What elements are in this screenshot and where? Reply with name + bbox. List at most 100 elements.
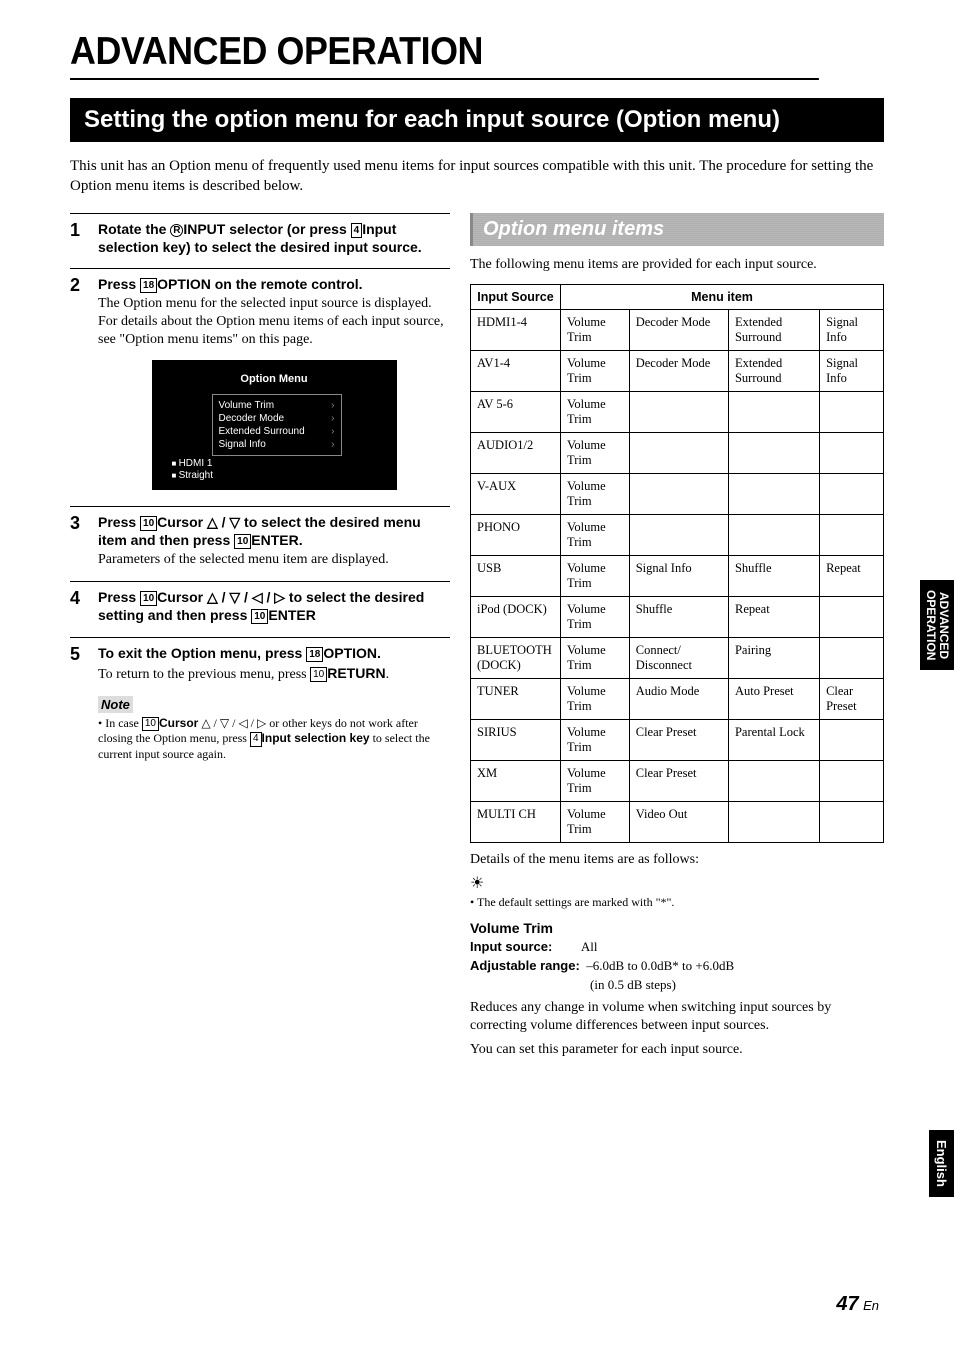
cell-menuitem: Video Out bbox=[629, 801, 728, 842]
cell-menuitem: Repeat bbox=[728, 596, 819, 637]
note-text: In case 10Cursor △ / ▽ / ◁ / ▷ or other … bbox=[98, 716, 450, 762]
cell-menuitem: Volume Trim bbox=[561, 801, 630, 842]
intro-text: This unit has an Option menu of frequent… bbox=[70, 156, 884, 197]
step-3: 3 Press 10Cursor △ / ▽ to select the desi… bbox=[70, 506, 450, 570]
note-label: Note bbox=[98, 696, 133, 713]
cell-menuitem: Volume Trim bbox=[561, 760, 630, 801]
tip-icon: ☀ bbox=[470, 873, 884, 893]
page-number: 47 En bbox=[836, 1293, 879, 1316]
note-box: Note In case 10Cursor △ / ▽ / ◁ / ▷ or o… bbox=[98, 696, 450, 762]
osd-status: HDMI 1Straight bbox=[172, 458, 214, 482]
cell-source: AV1-4 bbox=[471, 350, 561, 391]
osd-title: Option Menu bbox=[172, 372, 377, 386]
table-row: BLUETOOTH (DOCK)Volume TrimConnect/ Disc… bbox=[471, 637, 884, 678]
osd-menu: Volume Trim›Decoder Mode›Extended Surrou… bbox=[212, 394, 342, 456]
cell-source: AUDIO1/2 bbox=[471, 432, 561, 473]
cell-menuitem bbox=[820, 514, 884, 555]
cell-source: BLUETOOTH (DOCK) bbox=[471, 637, 561, 678]
cell-menuitem: Volume Trim bbox=[561, 473, 630, 514]
cell-menuitem: Clear Preset bbox=[629, 719, 728, 760]
cell-menuitem: Clear Preset bbox=[820, 678, 884, 719]
right-intro: The following menu items are provided fo… bbox=[470, 256, 884, 274]
cell-menuitem: Signal Info bbox=[820, 350, 884, 391]
step-number: 1 bbox=[70, 220, 86, 256]
step-number: 4 bbox=[70, 588, 86, 624]
cell-menuitem: Shuffle bbox=[629, 596, 728, 637]
osd-menu-item: Signal Info› bbox=[219, 438, 335, 451]
cell-menuitem bbox=[728, 432, 819, 473]
cell-menuitem bbox=[728, 801, 819, 842]
after-table-text: Details of the menu items are as follows… bbox=[470, 851, 884, 869]
spec-val-input: All bbox=[581, 939, 598, 954]
cell-menuitem bbox=[820, 473, 884, 514]
table-row: SIRIUSVolume TrimClear PresetParental Lo… bbox=[471, 719, 884, 760]
cell-menuitem: Decoder Mode bbox=[629, 350, 728, 391]
table-row: V-AUXVolume Trim bbox=[471, 473, 884, 514]
step-5: 5To exit the Option menu, press 18OPTION… bbox=[70, 637, 450, 684]
table-row: AV1-4Volume TrimDecoder ModeExtended Sur… bbox=[471, 350, 884, 391]
cell-menuitem: Repeat bbox=[820, 555, 884, 596]
cell-menuitem bbox=[820, 391, 884, 432]
step-title: To exit the Option menu, press 18OPTION. bbox=[98, 644, 450, 662]
cell-source: iPod (DOCK) bbox=[471, 596, 561, 637]
cell-menuitem: Signal Info bbox=[629, 555, 728, 596]
cell-menuitem: Volume Trim bbox=[561, 596, 630, 637]
th-input-source: Input Source bbox=[471, 284, 561, 309]
cell-menuitem: Volume Trim bbox=[561, 678, 630, 719]
spec-input-source: Input source: All bbox=[470, 939, 884, 955]
page-title: ADVANCED OPERATION bbox=[70, 30, 819, 80]
cell-menuitem: Auto Preset bbox=[728, 678, 819, 719]
cell-menuitem: Volume Trim bbox=[561, 350, 630, 391]
cell-source: USB bbox=[471, 555, 561, 596]
cell-menuitem: Connect/ Disconnect bbox=[629, 637, 728, 678]
volume-trim-desc1: Reduces any change in volume when switch… bbox=[470, 999, 884, 1035]
cell-menuitem: Extended Surround bbox=[728, 350, 819, 391]
cell-menuitem: Shuffle bbox=[728, 555, 819, 596]
cell-menuitem: Parental Lock bbox=[728, 719, 819, 760]
side-tab-language: English bbox=[929, 1130, 954, 1197]
step-title: Press 18OPTION on the remote control. bbox=[98, 275, 450, 293]
cell-menuitem bbox=[629, 391, 728, 432]
cell-menuitem bbox=[820, 637, 884, 678]
cell-source: V-AUX bbox=[471, 473, 561, 514]
cell-menuitem: Audio Mode bbox=[629, 678, 728, 719]
step-title: Press 10Cursor △ / ▽ to select the desir… bbox=[98, 513, 450, 549]
tip-text: The default settings are marked with "*"… bbox=[470, 895, 884, 910]
cell-source: TUNER bbox=[471, 678, 561, 719]
cell-source: SIRIUS bbox=[471, 719, 561, 760]
osd-menu-item: Volume Trim› bbox=[219, 399, 335, 412]
table-row: PHONOVolume Trim bbox=[471, 514, 884, 555]
cell-source: AV 5-6 bbox=[471, 391, 561, 432]
table-row: TUNERVolume TrimAudio ModeAuto PresetCle… bbox=[471, 678, 884, 719]
cell-menuitem bbox=[820, 432, 884, 473]
volume-trim-desc2: You can set this parameter for each inpu… bbox=[470, 1041, 884, 1059]
cell-menuitem: Pairing bbox=[728, 637, 819, 678]
cell-menuitem bbox=[629, 473, 728, 514]
table-row: HDMI1-4Volume TrimDecoder ModeExtended S… bbox=[471, 309, 884, 350]
table-row: iPod (DOCK)Volume TrimShuffleRepeat bbox=[471, 596, 884, 637]
cell-menuitem: Volume Trim bbox=[561, 719, 630, 760]
step-1: 1 Rotate the RINPUT selector (or press 4I… bbox=[70, 213, 450, 256]
side-tab-advanced: ADVANCEDOPERATION bbox=[920, 580, 954, 670]
subsection-header: Option menu items bbox=[470, 213, 884, 246]
left-column: 1 Rotate the RINPUT selector (or press 4I… bbox=[70, 213, 450, 1060]
step-number: 3 bbox=[70, 513, 86, 570]
cell-menuitem: Volume Trim bbox=[561, 555, 630, 596]
spec-val-range: –6.0dB to 0.0dB* to +6.0dB bbox=[586, 958, 734, 973]
cell-menuitem: Decoder Mode bbox=[629, 309, 728, 350]
cell-menuitem bbox=[820, 719, 884, 760]
spec-label-range: Adjustable range: bbox=[470, 958, 580, 973]
page-number-value: 47 bbox=[836, 1293, 858, 1315]
table-row: AUDIO1/2Volume Trim bbox=[471, 432, 884, 473]
cell-menuitem: Volume Trim bbox=[561, 309, 630, 350]
step-title: Press 10Cursor △ / ▽ / ◁ / ▷ to select t… bbox=[98, 588, 450, 624]
cell-menuitem bbox=[728, 514, 819, 555]
cell-menuitem bbox=[629, 432, 728, 473]
step-title: Rotate the RINPUT selector (or press 4In… bbox=[98, 220, 450, 256]
cell-menuitem: Signal Info bbox=[820, 309, 884, 350]
osd-screenshot: Option Menu Volume Trim›Decoder Mode›Exte… bbox=[152, 360, 397, 490]
cell-menuitem: Volume Trim bbox=[561, 514, 630, 555]
step-4: 4 Press 10Cursor △ / ▽ / ◁ / ▷ to select … bbox=[70, 581, 450, 624]
cell-menuitem: Volume Trim bbox=[561, 391, 630, 432]
right-column: Option menu items The following menu ite… bbox=[470, 213, 884, 1060]
